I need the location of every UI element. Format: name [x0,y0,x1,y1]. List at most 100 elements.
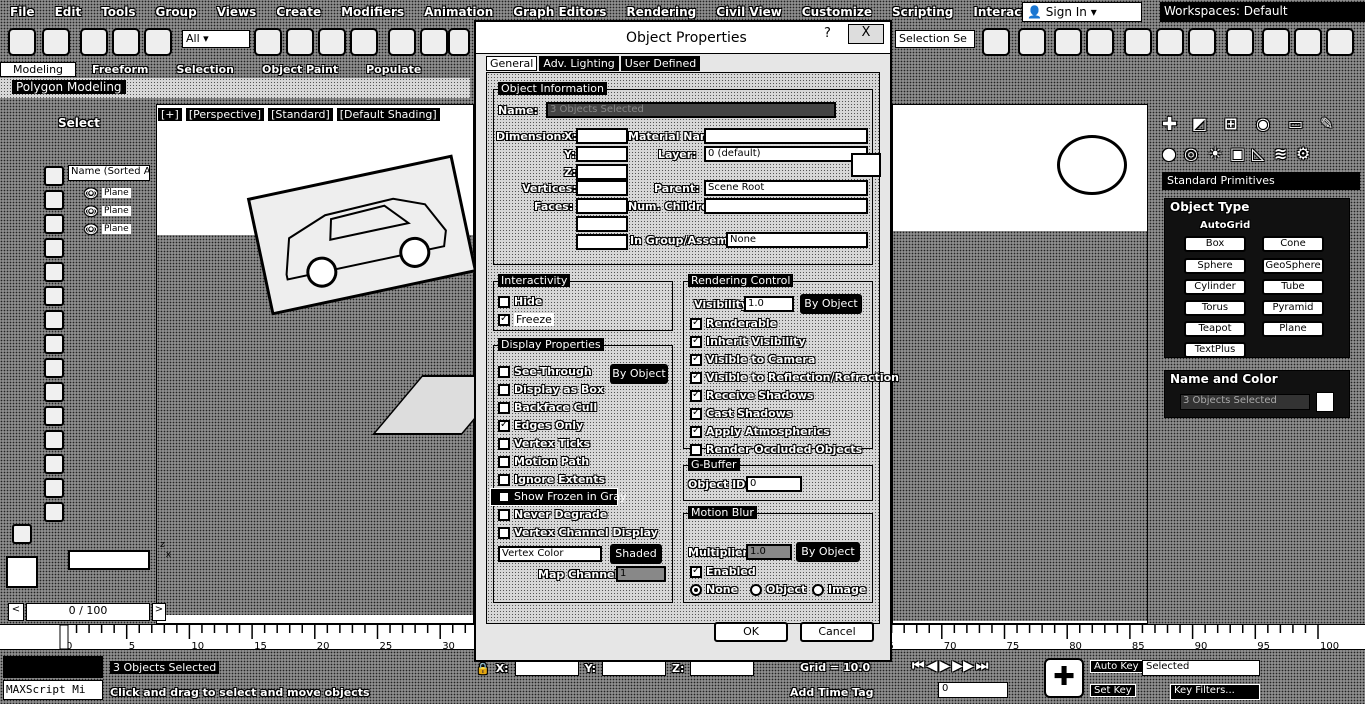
geosphere-button[interactable]: GeoSphere [1262,258,1324,274]
sphere-button[interactable]: Sphere [1184,258,1246,274]
redo-icon[interactable] [42,28,70,56]
ribbon-tab-populate[interactable]: Populate [354,63,433,76]
options-icon[interactable] [12,524,32,544]
shapes-icon[interactable]: ◎ [1184,144,1198,163]
link-icon[interactable] [80,28,108,56]
menu-modifiers[interactable]: Modifiers [331,5,414,19]
inherit-visibility-checkbox[interactable] [690,335,702,348]
menu-rendering[interactable]: Rendering [616,5,706,19]
torus-button[interactable]: Torus [1184,300,1246,316]
sign-in-dropdown[interactable]: 👤 Sign In ▾ [1022,2,1142,22]
backface-cull-checkbox[interactable] [498,402,510,414]
display-hidden-icon[interactable] [44,430,64,450]
menu-create[interactable]: Create [266,5,331,19]
viewport-shading[interactable]: [Default Shading] [336,108,440,121]
menu-edit[interactable]: Edit [45,5,92,19]
z-coord-field[interactable] [690,660,755,676]
display-tab-icon[interactable]: ▭ [1288,114,1303,133]
never-degrade-checkbox[interactable] [498,509,510,521]
render-occluded-checkbox[interactable] [690,444,702,456]
freeze-checkbox[interactable] [498,313,510,326]
rendering-by-object-button[interactable]: By Object [800,294,862,314]
toggle-ribbon-icon[interactable] [1086,28,1114,56]
schematic-view-icon[interactable] [1188,28,1216,56]
tab-general[interactable]: General [486,56,538,71]
cast-shadows-checkbox[interactable] [690,407,702,420]
visibility-field[interactable]: 1.0 [744,296,794,312]
rendered-frame-icon[interactable] [1294,28,1322,56]
viewport-standard[interactable]: [Standard] [268,108,333,121]
menu-views[interactable]: Views [207,5,267,19]
time-slider[interactable]: 0 / 100 [26,603,150,621]
go-to-start-icon[interactable]: ⏮ [912,658,925,674]
align-icon[interactable] [1018,28,1046,56]
eye-icon[interactable]: 👁 [84,205,98,218]
bind-space-warp-icon[interactable] [144,28,172,56]
plane-button[interactable]: Plane [1262,321,1324,337]
move-icon[interactable] [388,28,416,56]
current-frame-field[interactable]: 0 [938,682,1008,698]
menu-graph-editors[interactable]: Graph Editors [503,5,616,19]
display-xrefs-icon[interactable] [44,334,64,354]
display-groups-icon[interactable] [44,310,64,330]
help-icon[interactable]: ? [824,26,831,41]
viewcube-icon[interactable] [1057,135,1127,195]
go-to-end-icon[interactable]: ⏭ [976,658,989,674]
textplus-button[interactable]: TextPlus [1184,342,1246,358]
box-button[interactable]: Box [1184,236,1246,252]
time-prev-icon[interactable]: < [8,603,24,621]
display-containers-icon[interactable] [44,382,64,402]
display-frozen-icon[interactable] [44,406,64,426]
ribbon-tab-object-paint[interactable]: Object Paint [250,63,350,76]
time-next-icon[interactable]: > [152,603,166,621]
space-warps-icon[interactable]: ≋ [1274,144,1287,163]
rotate-icon[interactable] [420,28,448,56]
menu-scripting[interactable]: Scripting [882,5,963,19]
cancel-button[interactable]: Cancel [800,622,874,642]
select-object-icon[interactable] [254,28,282,56]
lights-icon[interactable]: ☀ [1208,144,1222,163]
time-slider-thumb[interactable] [59,624,69,650]
tube-button[interactable]: Tube [1262,279,1324,295]
polygon-modeling-label[interactable]: Polygon Modeling [12,80,126,94]
ribbon-tab-selection[interactable]: Selection [164,63,246,76]
motion-blur-by-object-button[interactable]: By Object [796,542,860,562]
motion-blur-enabled-checkbox[interactable] [690,565,702,578]
object-color-swatch[interactable] [851,153,881,177]
tab-user-defined[interactable]: User Defined [620,56,701,71]
maxscript-mini-listener[interactable]: MAXScript Mi [3,680,103,700]
menu-civil-view[interactable]: Civil View [706,5,792,19]
menu-group[interactable]: Group [146,5,207,19]
edges-only-checkbox[interactable] [498,419,510,432]
ignore-extents-checkbox[interactable] [498,474,510,486]
blur-none-radio[interactable] [690,584,702,596]
render-production-icon[interactable] [1326,28,1354,56]
menu-tools[interactable]: Tools [91,5,145,19]
lock-selection-icon[interactable]: 🔒 [476,662,490,675]
tab-adv-lighting[interactable]: Adv. Lighting [539,56,619,71]
object-id-field[interactable]: 0 [746,476,802,492]
workspace-selector[interactable]: Workspaces: Default [1160,2,1365,22]
scene-explorer-scrollbar[interactable] [68,550,150,570]
motion-path-checkbox[interactable] [498,456,510,468]
vertex-channel-display-checkbox[interactable] [498,527,510,539]
play-icon[interactable]: ▶ [939,658,950,674]
teapot-button[interactable]: Teapot [1184,321,1246,337]
display-none-icon[interactable] [44,478,64,498]
set-key-big-icon[interactable]: ✚ [1044,658,1084,698]
x-coord-field[interactable] [514,660,579,676]
y-coord-field[interactable] [602,660,667,676]
receive-shadows-checkbox[interactable] [690,389,702,402]
dialog-titlebar[interactable]: Object Properties ? X [476,22,890,54]
cone-button[interactable]: Cone [1262,236,1324,252]
list-item[interactable]: 👁 Plane [84,184,150,202]
menu-file[interactable]: File [0,5,45,19]
utilities-tab-icon[interactable]: ✎ [1320,114,1333,133]
display-lights-icon[interactable] [44,214,64,234]
menu-customize[interactable]: Customize [792,5,882,19]
shaded-button[interactable]: Shaded [610,544,662,564]
ribbon-tab-modeling[interactable]: Modeling [0,61,77,77]
perspective-viewport-right[interactable] [892,104,1148,624]
autogrid-checkbox[interactable]: AutoGrid [1200,220,1250,231]
object-type-title[interactable]: Object Type [1170,200,1249,214]
